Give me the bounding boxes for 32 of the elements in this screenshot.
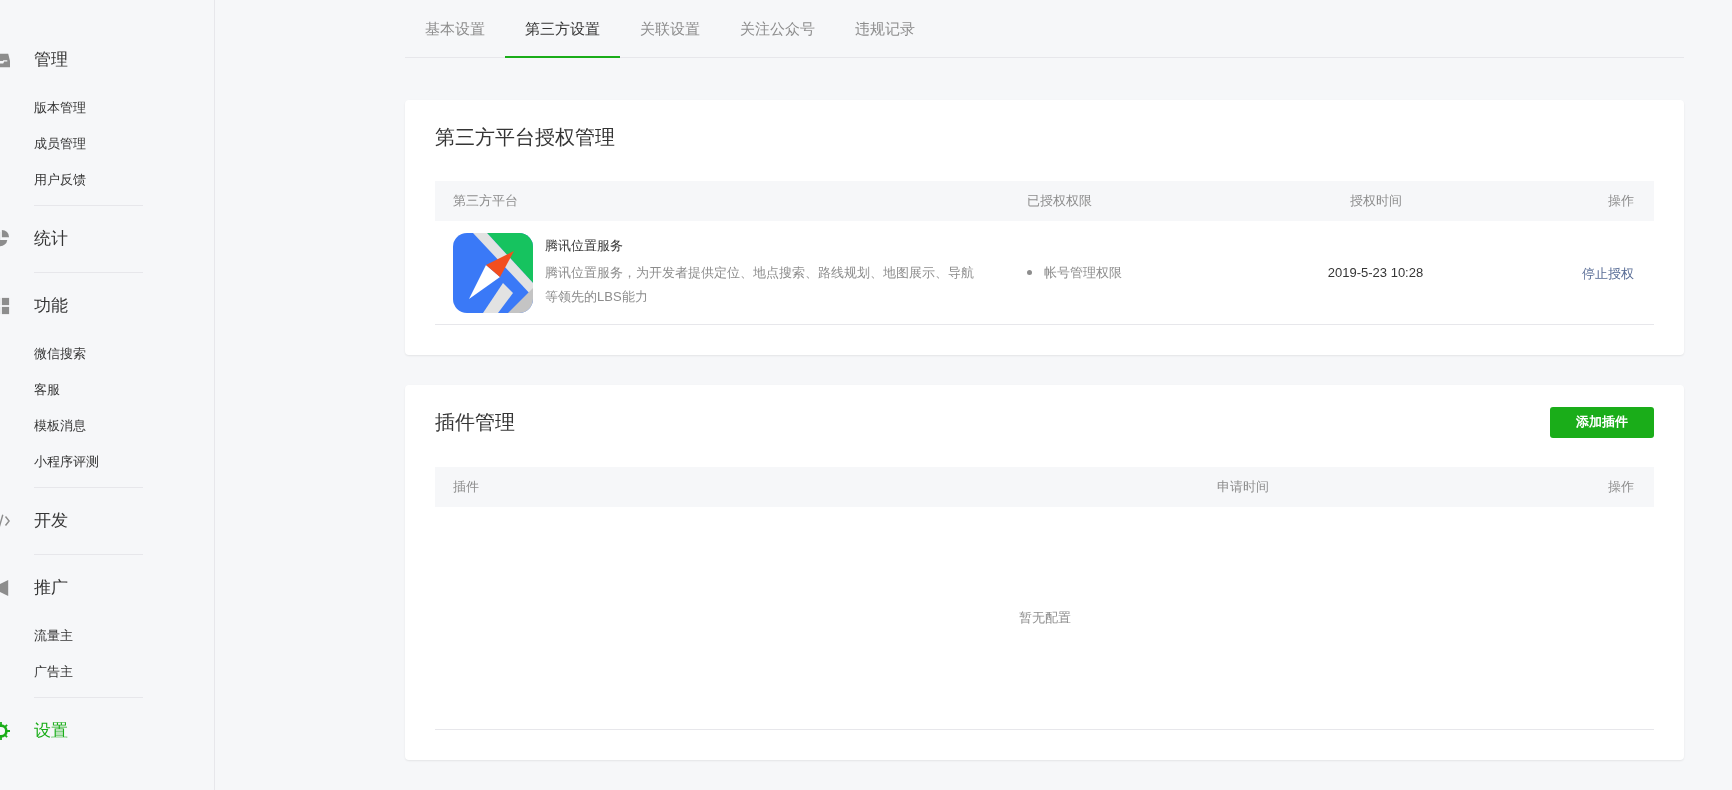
empty-message: 暂无配置 <box>1018 609 1071 628</box>
permission-item: 帐号管理权限 <box>1044 263 1122 282</box>
sidebar-item[interactable]: 广告主 <box>0 654 214 690</box>
map-app-logo-icon <box>453 232 533 313</box>
column-header: 申请时间 <box>1216 478 1270 497</box>
card-title: 第三方平台授权管理 <box>435 125 616 150</box>
column-header: 已授权权限 <box>1027 192 1093 211</box>
bullet-icon <box>1027 270 1032 275</box>
column-header: 授权时间 <box>1348 192 1403 211</box>
column-header: 操作 <box>1607 192 1634 211</box>
sidebar-section[interactable]: 推广 <box>0 555 214 621</box>
sidebar-item[interactable]: 流量主 <box>0 618 214 654</box>
table-cell-text: 2019-5-23 10:28 <box>1326 263 1425 282</box>
column-header: 操作 <box>1607 478 1634 497</box>
tab[interactable]: 第三方设置 <box>505 0 620 58</box>
sidebar-item[interactable]: 版本管理 <box>0 90 214 126</box>
sidebar-item[interactable]: 小程序评测 <box>0 444 214 480</box>
card-title: 插件管理 <box>435 410 515 435</box>
platform-description: 腾讯位置服务，为开发者提供定位、地点搜索、路线规划、地图展示、导航等领先的LBS能力 <box>545 264 975 307</box>
sidebar-section[interactable]: 统计 <box>0 206 214 272</box>
sidebar-item[interactable]: 成员管理 <box>0 126 214 162</box>
sidebar-item[interactable]: 微信搜索 <box>0 336 214 372</box>
sidebar-section[interactable]: 功能 <box>0 273 214 339</box>
platform-name: 腾讯位置服务 <box>545 236 624 255</box>
sidebar-item[interactable]: 客服 <box>0 372 214 408</box>
column-header: 第三方平台 <box>453 192 519 211</box>
sidebar-section[interactable]: 开发 <box>0 488 214 554</box>
stop-authorization-link[interactable]: 停止授权 <box>1582 265 1634 281</box>
sidebar-item[interactable]: 用户反馈 <box>0 162 214 198</box>
sidebar-item[interactable]: 模板消息 <box>0 408 214 444</box>
column-header: 插件 <box>453 478 480 497</box>
sidebar-section[interactable]: 管理 <box>0 27 214 93</box>
